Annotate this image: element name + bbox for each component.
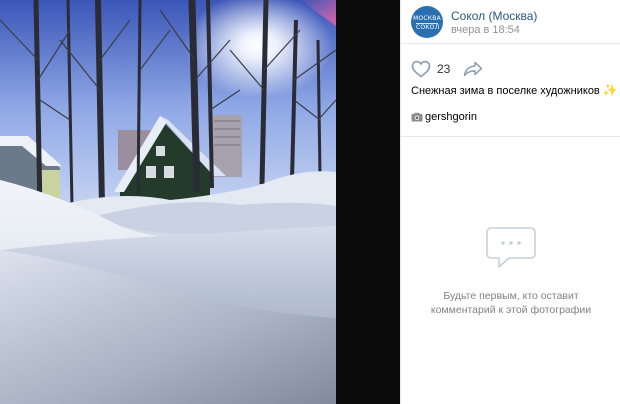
empty-comments-text: Будьте первым, кто оставит комментарий к… bbox=[401, 289, 620, 317]
caption-text: Снежная зима в поселке художников bbox=[411, 85, 600, 97]
post-actions: 23 bbox=[411, 59, 484, 79]
avatar-text-top: МОСКВА bbox=[413, 15, 441, 22]
empty-comments-line2: комментарий к этой фотографии bbox=[430, 304, 592, 316]
photo-viewer: МОСКВА СОКОЛ Сокол (Москва) вчера в 18:5… bbox=[0, 0, 620, 404]
divider bbox=[401, 136, 620, 137]
comment-bubble-icon bbox=[486, 227, 536, 268]
share-arrow-icon bbox=[464, 61, 483, 77]
photo-tag[interactable]: gershgorin bbox=[411, 111, 477, 123]
photo-image bbox=[0, 0, 336, 404]
avatar[interactable]: МОСКВА СОКОЛ bbox=[411, 6, 443, 38]
share-button[interactable] bbox=[462, 59, 484, 79]
post-info-panel: МОСКВА СОКОЛ Сокол (Москва) вчера в 18:5… bbox=[400, 0, 620, 404]
photo[interactable] bbox=[0, 0, 336, 404]
sparkles-emoji: ✨ bbox=[602, 83, 618, 97]
post-timestamp[interactable]: вчера в 18:54 bbox=[451, 24, 520, 36]
avatar-text-bottom: СОКОЛ bbox=[416, 23, 440, 31]
camera-icon bbox=[411, 112, 423, 122]
like-count: 23 bbox=[437, 62, 451, 76]
post-caption: Снежная зима в поселке художников ✨ bbox=[411, 83, 618, 97]
empty-comments-line1: Будьте первым, кто оставит bbox=[443, 290, 579, 302]
empty-comments: Будьте первым, кто оставит комментарий к… bbox=[401, 226, 620, 316]
heart-icon bbox=[411, 60, 431, 78]
author-header: МОСКВА СОКОЛ Сокол (Москва) вчера в 18:5… bbox=[401, 0, 620, 44]
photo-area[interactable] bbox=[0, 0, 400, 404]
tag-username[interactable]: gershgorin bbox=[425, 111, 477, 123]
viewer-backdrop bbox=[336, 0, 400, 404]
like-button[interactable]: 23 bbox=[411, 60, 450, 78]
author-name-link[interactable]: Сокол (Москва) bbox=[451, 9, 537, 23]
